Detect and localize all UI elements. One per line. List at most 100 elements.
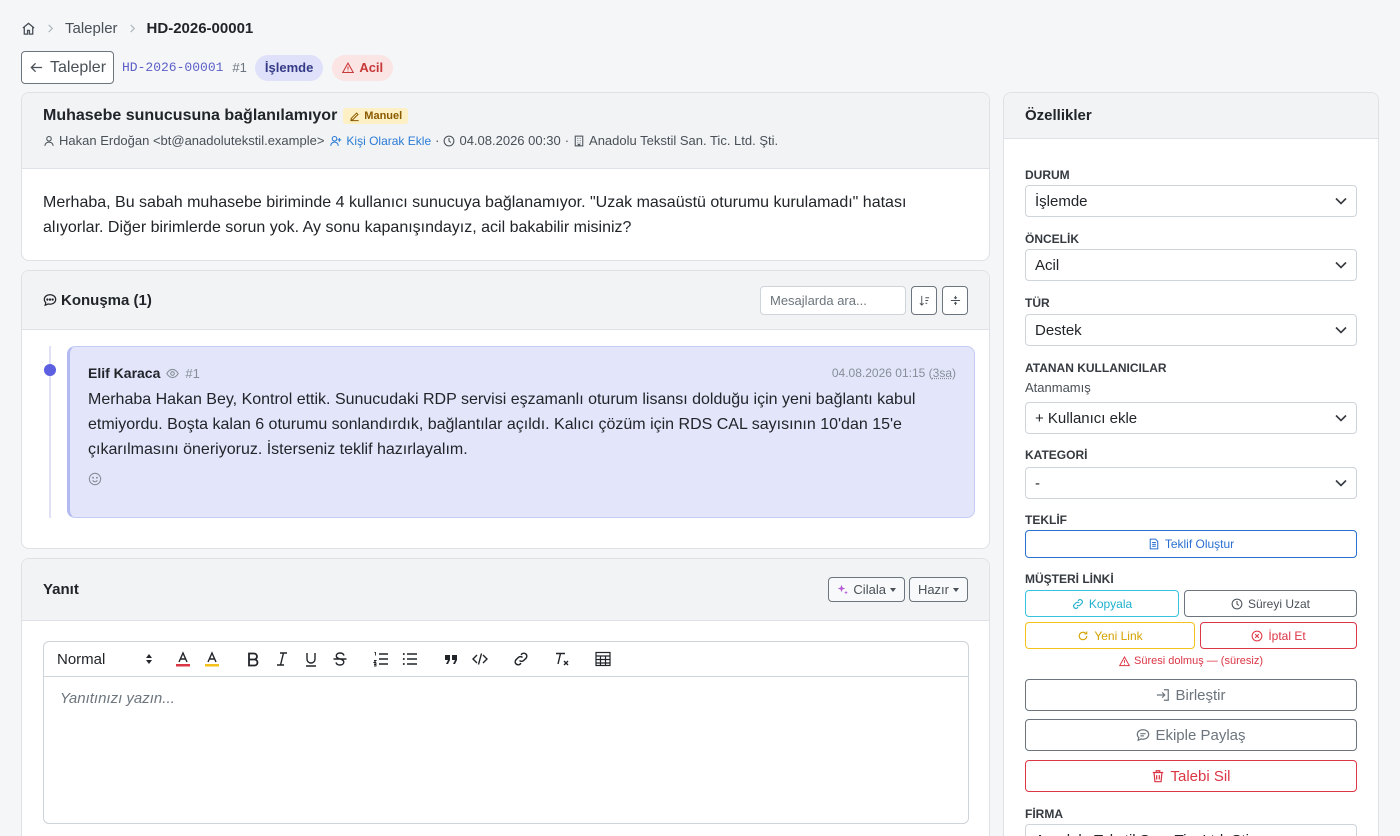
- add-user-label: + Kullanıcı ekle: [1035, 409, 1138, 427]
- assignees-value: Atanmamış: [1025, 380, 1091, 395]
- warning-icon: [342, 61, 355, 73]
- message-item: Elif Karaca #1 04.08.2026 01:15 (3sa) Me…: [67, 346, 975, 518]
- add-contact-link[interactable]: Kişi Olarak Ekle: [330, 134, 431, 148]
- message-relative-time: 3sa: [932, 366, 952, 380]
- message-text: Merhaba Hakan Bey, Kontrol ettik. Sunucu…: [88, 391, 916, 458]
- share-team-button[interactable]: Ekiple Paylaş: [1025, 719, 1357, 751]
- category-label: KATEGORİ: [1025, 448, 1088, 462]
- priority-select-value: Acil: [1035, 256, 1060, 274]
- chevron-right-icon: [128, 23, 137, 33]
- clock-icon: [444, 135, 455, 146]
- chat-icon: [1137, 729, 1150, 742]
- collapse-icon: [950, 295, 960, 305]
- chevron-down-icon: [1335, 414, 1347, 422]
- priority-select[interactable]: Acil: [1025, 249, 1357, 281]
- ticket-title: Muhasebe sunucusuna bağlanılamıyor: [43, 107, 338, 124]
- share-team-label: Ekiple Paylaş: [1155, 726, 1246, 744]
- editor-toolbar: Normal: [44, 642, 968, 677]
- source-badge: Manuel: [343, 108, 409, 124]
- type-select[interactable]: Destek: [1025, 314, 1357, 346]
- chevron-down-icon: [1335, 326, 1347, 334]
- polish-dropdown-button[interactable]: Cilala: [828, 577, 905, 602]
- bold-icon[interactable]: [243, 649, 263, 669]
- clock-icon: [1231, 598, 1243, 609]
- quote-label: TEKLİF: [1025, 513, 1067, 527]
- collapse-button[interactable]: [942, 285, 968, 315]
- table-icon[interactable]: [593, 649, 613, 669]
- reply-textarea[interactable]: Yanıtınızı yazın...: [44, 677, 968, 720]
- italic-icon[interactable]: [272, 649, 292, 669]
- document-icon: [1149, 538, 1159, 550]
- new-link-button[interactable]: Yeni Link: [1025, 622, 1195, 649]
- new-link-label: Yeni Link: [1094, 628, 1143, 643]
- delete-ticket-button[interactable]: Talebi Sil: [1025, 760, 1357, 792]
- ticket-card: Muhasebe sunucusuna bağlanılamıyor Manue…: [21, 92, 990, 261]
- priority-label: ÖNCELİK: [1025, 232, 1079, 246]
- reply-card: Yanıt Cilala Hazır Normal Yanıtınızı yaz…: [21, 558, 990, 836]
- updown-icon: [146, 654, 152, 664]
- reply-editor: Normal Yanıtınızı yazın...: [43, 641, 969, 824]
- text-color-icon[interactable]: [173, 649, 193, 669]
- highlight-color-icon[interactable]: [202, 649, 222, 669]
- cancel-link-button[interactable]: İptal Et: [1200, 622, 1357, 649]
- properties-card: Özellikler DURUM İşlemde ÖNCELİK Acil TÜ…: [1003, 92, 1379, 836]
- copy-link-label: Kopyala: [1088, 596, 1133, 611]
- ticket-card-header: Muhasebe sunucusuna bağlanılamıyor Manue…: [22, 93, 989, 169]
- add-contact-label: Kişi Olarak Ekle: [346, 133, 432, 148]
- home-icon[interactable]: [21, 21, 36, 36]
- add-user-select[interactable]: + Kullanıcı ekle: [1025, 402, 1357, 434]
- eye-icon[interactable]: [166, 367, 180, 380]
- timeline-dot: [44, 364, 56, 376]
- format-select[interactable]: Normal: [57, 651, 153, 668]
- link-icon: [1072, 598, 1083, 609]
- type-label: TÜR: [1025, 296, 1050, 310]
- back-button[interactable]: Talepler: [21, 51, 114, 84]
- create-quote-button[interactable]: Teklif Oluştur: [1025, 530, 1357, 558]
- properties-title: Özellikler: [1004, 93, 1378, 139]
- breadcrumb-item-talepler[interactable]: Talepler: [65, 20, 118, 37]
- clear-format-icon[interactable]: [552, 649, 572, 669]
- status-label: DURUM: [1025, 168, 1070, 182]
- trash-icon: [1153, 770, 1164, 783]
- code-icon[interactable]: [470, 649, 490, 669]
- format-select-value: Normal: [57, 650, 106, 668]
- edit-icon: [350, 111, 359, 121]
- bullet-list-icon[interactable]: [400, 649, 420, 669]
- link-icon[interactable]: [511, 649, 531, 669]
- chevron-down-icon: [1335, 479, 1347, 487]
- delete-ticket-label: Talebi Sil: [1170, 767, 1231, 785]
- arrow-left-icon: [30, 62, 43, 73]
- x-circle-icon: [1251, 630, 1263, 641]
- building-icon: [574, 135, 584, 146]
- blockquote-icon[interactable]: [441, 649, 461, 669]
- status-select[interactable]: İşlemde: [1025, 185, 1357, 217]
- add-reaction-icon[interactable]: [88, 472, 102, 486]
- warning-icon: [1119, 655, 1130, 666]
- chevron-down-icon: [1335, 197, 1347, 205]
- ticket-header: Talepler HD-2026-00001 #1 İşlemde Acil: [21, 51, 394, 84]
- back-button-label: Talepler: [49, 58, 107, 76]
- extend-link-button[interactable]: Süreyi Uzat: [1184, 590, 1357, 617]
- reply-header: Yanıt Cilala Hazır: [22, 559, 989, 621]
- category-select[interactable]: -: [1025, 467, 1357, 499]
- templates-dropdown-button[interactable]: Hazır: [908, 577, 968, 602]
- ready-label: Hazır: [917, 582, 949, 597]
- message-search-input[interactable]: [760, 285, 906, 315]
- extend-link-label: Süreyi Uzat: [1247, 596, 1311, 611]
- sparkle-icon: [838, 584, 849, 594]
- conversation-card: Konuşma (1) Elif Karaca #1 04.08.2026 01…: [21, 270, 990, 549]
- message-author: Elif Karaca: [88, 365, 161, 381]
- strikethrough-icon[interactable]: [330, 649, 350, 669]
- company-field[interactable]: Anadolu Tekstil San. Tic. Ltd. Şti.: [1025, 824, 1357, 836]
- copy-link-button[interactable]: Kopyala: [1025, 590, 1179, 617]
- underline-icon[interactable]: [301, 649, 321, 669]
- chat-icon: [43, 294, 57, 307]
- polish-label: Cilala: [853, 582, 886, 597]
- sort-button[interactable]: [911, 285, 937, 315]
- ordered-list-icon[interactable]: [371, 649, 391, 669]
- breadcrumb: Talepler HD-2026-00001: [21, 17, 253, 39]
- conversation-header: Konuşma (1): [22, 271, 989, 330]
- assignees-label: ATANAN KULLANICILAR: [1025, 361, 1167, 375]
- merge-button[interactable]: Birleştir: [1025, 679, 1357, 711]
- user-plus-icon: [330, 135, 342, 146]
